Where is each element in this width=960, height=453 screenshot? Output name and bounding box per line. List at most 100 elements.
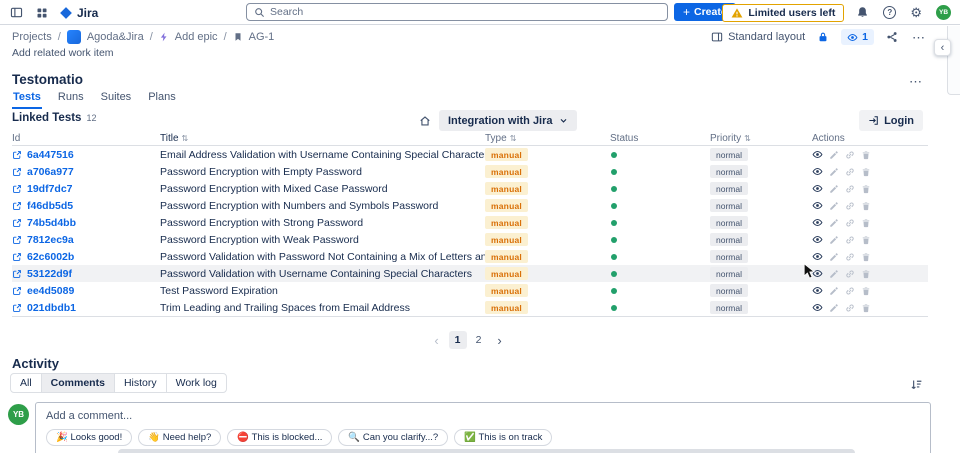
link-test-icon[interactable] — [845, 269, 855, 279]
link-test-icon[interactable] — [845, 303, 855, 313]
sort-icon-priority[interactable]: ⇅ — [744, 134, 751, 143]
test-id-link[interactable]: ee4d5089 — [27, 285, 74, 297]
link-test-icon[interactable] — [845, 201, 855, 211]
table-row[interactable]: 6a447516 Email Address Validation with U… — [12, 146, 928, 163]
edit-test-icon[interactable] — [829, 286, 839, 296]
watch-button[interactable]: 1 — [841, 29, 874, 45]
view-test-icon[interactable] — [812, 149, 823, 160]
col-header-type[interactable]: Type — [485, 133, 507, 144]
activity-tab-all[interactable]: All — [11, 374, 41, 392]
share-icon[interactable] — [884, 29, 900, 45]
link-test-icon[interactable] — [845, 167, 855, 177]
table-row[interactable]: 7812ec9a Password Encryption with Weak P… — [12, 231, 928, 248]
link-test-icon[interactable] — [845, 150, 855, 160]
delete-test-icon[interactable] — [861, 286, 871, 296]
breadcrumb-epic[interactable]: Add epic — [175, 31, 218, 43]
tab-plans[interactable]: Plans — [147, 91, 177, 109]
delete-test-icon[interactable] — [861, 184, 871, 194]
activity-tab-history[interactable]: History — [113, 374, 166, 392]
link-test-icon[interactable] — [845, 218, 855, 228]
sort-order-icon[interactable] — [908, 376, 925, 393]
test-id-link[interactable]: 7812ec9a — [27, 234, 74, 246]
pagination-page-2[interactable]: 2 — [470, 331, 488, 349]
table-row[interactable]: ee4d5089 Test Password Expiration manual… — [12, 282, 928, 299]
test-id-link[interactable]: 74b5d4bb — [27, 217, 76, 229]
view-test-icon[interactable] — [812, 183, 823, 194]
test-id-link[interactable]: 021dbdb1 — [27, 302, 76, 314]
external-link-icon[interactable] — [12, 201, 22, 211]
tab-tests[interactable]: Tests — [12, 91, 42, 109]
edit-test-icon[interactable] — [829, 303, 839, 313]
breadcrumb-project[interactable]: Agoda&Jira — [87, 31, 144, 43]
sort-icon-type[interactable]: ⇅ — [510, 134, 517, 143]
external-link-icon[interactable] — [12, 167, 22, 177]
view-test-icon[interactable] — [812, 302, 823, 313]
quick-reply-4[interactable]: ✅ This is on track — [454, 429, 553, 446]
tab-runs[interactable]: Runs — [57, 91, 85, 109]
delete-test-icon[interactable] — [861, 235, 871, 245]
settings-gear-icon[interactable]: ⚙ — [908, 4, 924, 21]
view-test-icon[interactable] — [812, 251, 823, 262]
limited-users-button[interactable]: Limited users left — [722, 3, 845, 22]
test-id-link[interactable]: a706a977 — [27, 166, 74, 178]
lock-icon[interactable] — [815, 29, 831, 45]
view-test-icon[interactable] — [812, 200, 823, 211]
add-related-work-item[interactable]: Add related work item — [12, 47, 114, 59]
quick-reply-2[interactable]: ⛔ This is blocked... — [227, 429, 333, 446]
link-test-icon[interactable] — [845, 235, 855, 245]
activity-tab-comments[interactable]: Comments — [40, 374, 114, 392]
notifications-bell-icon[interactable] — [854, 4, 871, 21]
link-test-icon[interactable] — [845, 252, 855, 262]
external-link-icon[interactable] — [12, 218, 22, 228]
delete-test-icon[interactable] — [861, 218, 871, 228]
sidebar-toggle-icon[interactable] — [8, 4, 25, 21]
table-row[interactable]: f46db5d5 Password Encryption with Number… — [12, 197, 928, 214]
col-header-title[interactable]: Title — [160, 133, 179, 144]
edit-test-icon[interactable] — [829, 252, 839, 262]
comment-input[interactable]: Add a comment... 🎉 Looks good! 👋 Need hel… — [35, 402, 931, 453]
activity-tab-work-log[interactable]: Work log — [165, 374, 226, 392]
edit-test-icon[interactable] — [829, 184, 839, 194]
external-link-icon[interactable] — [12, 150, 22, 160]
col-header-id[interactable]: Id — [12, 133, 20, 144]
home-icon[interactable] — [417, 113, 433, 129]
more-actions-icon[interactable]: ⋯ — [910, 29, 927, 46]
table-row[interactable]: 021dbdb1 Trim Leading and Trailing Space… — [12, 299, 928, 316]
test-id-link[interactable]: 62c6002b — [27, 251, 74, 263]
external-link-icon[interactable] — [12, 252, 22, 262]
view-test-icon[interactable] — [812, 166, 823, 177]
edit-test-icon[interactable] — [829, 150, 839, 160]
delete-test-icon[interactable] — [861, 303, 871, 313]
app-switcher-icon[interactable] — [34, 5, 50, 21]
external-link-icon[interactable] — [12, 235, 22, 245]
table-row[interactable]: 62c6002b Password Validation with Passwo… — [12, 248, 928, 265]
table-row[interactable]: a706a977 Password Encryption with Empty … — [12, 163, 928, 180]
breadcrumb-projects[interactable]: Projects — [12, 31, 52, 43]
view-test-icon[interactable] — [812, 217, 823, 228]
edit-test-icon[interactable] — [829, 235, 839, 245]
table-row[interactable]: 53122d9f Password Validation with Userna… — [12, 265, 928, 282]
test-id-link[interactable]: f46db5d5 — [27, 200, 73, 212]
external-link-icon[interactable] — [12, 269, 22, 279]
help-icon[interactable]: ? — [881, 4, 898, 21]
tab-suites[interactable]: Suites — [100, 91, 133, 109]
edit-test-icon[interactable] — [829, 201, 839, 211]
delete-test-icon[interactable] — [861, 252, 871, 262]
pagination-page-1[interactable]: 1 — [448, 331, 467, 349]
edit-test-icon[interactable] — [829, 269, 839, 279]
standard-layout-button[interactable]: Standard layout — [711, 31, 805, 43]
external-link-icon[interactable] — [12, 286, 22, 296]
integration-dropdown[interactable]: Integration with Jira — [439, 110, 577, 131]
quick-reply-0[interactable]: 🎉 Looks good! — [46, 429, 133, 446]
jira-logo[interactable]: Jira — [59, 6, 98, 20]
view-test-icon[interactable] — [812, 285, 823, 296]
global-search[interactable] — [246, 3, 668, 21]
delete-test-icon[interactable] — [861, 150, 871, 160]
search-input[interactable] — [270, 6, 660, 18]
external-link-icon[interactable] — [12, 184, 22, 194]
login-button[interactable]: Login — [859, 110, 923, 131]
external-link-icon[interactable] — [12, 303, 22, 313]
delete-test-icon[interactable] — [861, 269, 871, 279]
delete-test-icon[interactable] — [861, 167, 871, 177]
link-test-icon[interactable] — [845, 286, 855, 296]
